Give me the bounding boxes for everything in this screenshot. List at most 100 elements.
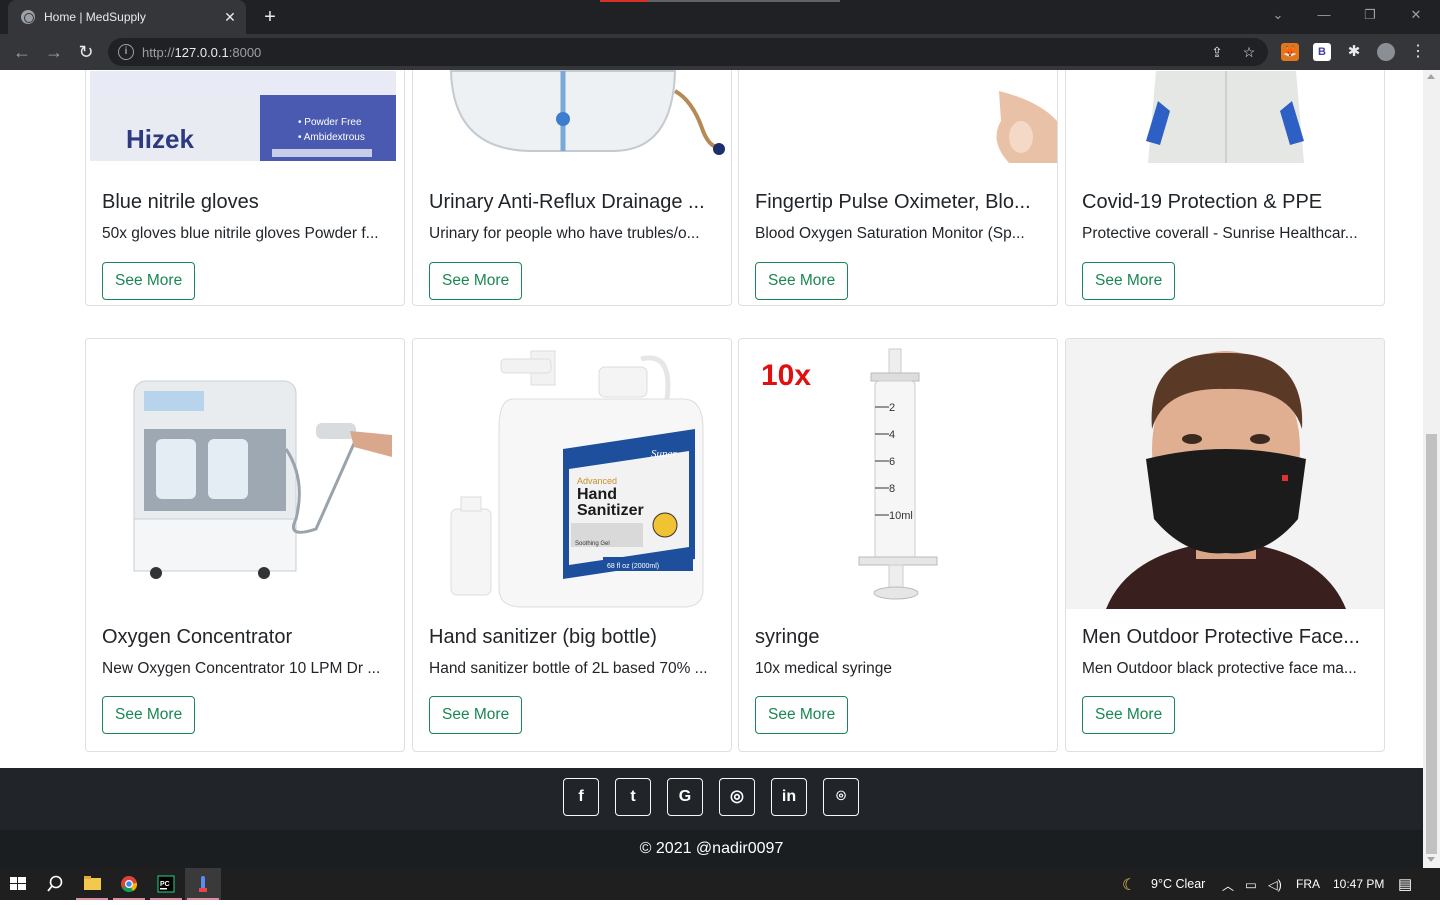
site-info-icon[interactable]: i (118, 44, 134, 60)
syringe-image: 10x 2 4 6 8 10ml (739, 339, 1057, 609)
product-card: Men Outdoor Protective Face... Men Outdo… (1065, 338, 1385, 752)
svg-text:4: 4 (889, 429, 895, 441)
product-description: New Oxygen Concentrator 10 LPM Dr ... (102, 660, 381, 677)
product-title: Fingertip Pulse Oximeter, Blo... (755, 191, 1031, 213)
copyright-text: © 2021 @nadir0097 (639, 840, 784, 857)
product-title: Covid-19 Protection & PPE (1082, 191, 1323, 213)
product-description: 10x medical syringe (755, 660, 892, 677)
product-card: Oxygen Concentrator New Oxygen Concentra… (85, 338, 405, 752)
product-description: 50x gloves blue nitrile gloves Powder f.… (102, 225, 379, 242)
hand-sanitizer-bottle-image: Super Advanced Hand Sanitizer Soothing G… (413, 339, 731, 609)
github-icon[interactable]: ⌾ (823, 778, 859, 816)
forward-arrow-icon[interactable]: → (42, 40, 66, 64)
pycharm-icon[interactable]: PC (148, 868, 184, 900)
svg-text:• Ambidextrous: • Ambidextrous (298, 132, 365, 143)
see-more-button[interactable]: See More (429, 262, 523, 300)
globe-icon (21, 10, 35, 24)
see-more-button[interactable]: See More (755, 696, 849, 734)
tab-home[interactable]: Home | MedSupply ✕ (8, 0, 246, 34)
product-description: Men Outdoor black protective face ma... (1082, 660, 1357, 677)
product-title: Urinary Anti-Reflux Drainage ... (429, 191, 705, 213)
close-tab-icon[interactable]: ✕ (220, 7, 240, 27)
product-title: Men Outdoor Protective Face... (1082, 626, 1360, 648)
see-more-button[interactable]: See More (102, 262, 196, 300)
moon-weather-icon: ☾ (1122, 877, 1137, 894)
minimize-window-button[interactable]: — (1312, 5, 1336, 25)
product-title: Blue nitrile gloves (102, 191, 259, 213)
volume-icon[interactable]: ◁) (1268, 877, 1282, 892)
see-more-button[interactable]: See More (429, 696, 523, 734)
tab-strip-grey-indicator (648, 0, 840, 2)
tab-title: Home | MedSupply (44, 10, 146, 24)
product-title: Oxygen Concentrator (102, 626, 293, 648)
search-icon[interactable] (37, 868, 73, 900)
reload-icon[interactable]: ↻ (74, 40, 98, 64)
b-extension-icon[interactable]: B (1313, 43, 1331, 61)
svg-text:Soothing Gel: Soothing Gel (575, 541, 610, 547)
linkedin-icon[interactable]: in (771, 778, 807, 816)
product-description: Protective coverall - Sunrise Healthcar.… (1082, 225, 1358, 242)
chrome-icon[interactable] (111, 868, 147, 900)
see-more-button[interactable]: See More (102, 696, 196, 734)
windows-start-icon[interactable] (0, 868, 36, 900)
scroll-down-arrow-icon[interactable] (1427, 857, 1435, 862)
extensions-puzzle-icon[interactable]: ✱ (1345, 43, 1363, 61)
svg-text:Sanitizer: Sanitizer (577, 502, 644, 519)
product-description: Blood Oxygen Saturation Monitor (Sp... (755, 225, 1025, 242)
product-description: Hand sanitizer bottle of 2L based 70% ..… (429, 660, 708, 677)
notifications-icon[interactable]: ▤ (1398, 875, 1412, 893)
instagram-icon[interactable]: ◎ (719, 778, 755, 816)
active-app-icon[interactable] (185, 868, 221, 900)
svg-text:10x: 10x (761, 359, 811, 392)
file-explorer-icon[interactable] (74, 868, 110, 900)
share-icon[interactable]: ⇪ (1208, 43, 1226, 61)
restore-window-button[interactable]: ❐ (1358, 5, 1382, 25)
product-title: Hand sanitizer (big bottle) (429, 626, 657, 648)
svg-text:Hizek: Hizek (126, 124, 194, 154)
back-arrow-icon[interactable]: ← (10, 40, 34, 64)
browser-menu-icon[interactable]: ⋮ (1409, 43, 1427, 61)
svg-text:• Powder Free: • Powder Free (298, 117, 362, 128)
scrollbar-thumb[interactable] (1426, 434, 1437, 854)
see-more-button[interactable]: See More (755, 262, 849, 300)
oxygen-concentrator-image (86, 339, 404, 609)
tab-search-chevron-icon[interactable]: ⌄ (1266, 5, 1290, 25)
tray-chevron-up-icon[interactable]: ︿ (1222, 877, 1234, 894)
google-icon[interactable]: G (667, 778, 703, 816)
twitter-icon[interactable]: t (615, 778, 651, 816)
metamask-extension-icon[interactable]: 🦊 (1281, 43, 1299, 61)
weather-text[interactable]: 9°C Clear (1151, 877, 1205, 891)
browser-tab-bar: Home | MedSupply ✕ + ⌄ — ❐ ✕ (0, 0, 1440, 34)
language-indicator[interactable]: FRA (1296, 877, 1320, 891)
svg-text:68 fl oz (2000ml): 68 fl oz (2000ml) (607, 563, 659, 570)
page-scrollbar[interactable] (1423, 70, 1440, 868)
url-text[interactable]: http://127.0.0.1:8000 (142, 45, 261, 60)
product-card: Covid-19 Protection & PPE Protective cov… (1065, 70, 1385, 306)
page-viewport: Hizek • Powder Free • Ambidextrous Blue … (0, 70, 1423, 868)
tab-strip-red-indicator (600, 0, 648, 2)
facebook-icon[interactable]: f (563, 778, 599, 816)
clock-time[interactable]: 10:47 PM (1333, 877, 1384, 891)
address-bar[interactable]: i http://127.0.0.1:8000 ⇪ ☆ (108, 38, 1268, 66)
svg-text:2: 2 (889, 402, 895, 414)
svg-text:Super: Super (651, 448, 677, 460)
bookmark-star-icon[interactable]: ☆ (1240, 43, 1258, 61)
new-tab-button[interactable]: + (258, 5, 282, 29)
network-icon[interactable]: ▭ (1245, 877, 1257, 892)
urinary-drainage-bag-image (413, 70, 731, 161)
product-card: Hizek • Powder Free • Ambidextrous Blue … (85, 70, 405, 306)
svg-text:PC: PC (160, 881, 170, 888)
windows-taskbar: PC ☾ 9°C Clear ︿ ▭ ◁) FRA 10:47 PM ▤ (0, 868, 1440, 900)
profile-avatar[interactable] (1377, 43, 1395, 61)
ppe-coverall-image (1066, 70, 1384, 163)
see-more-button[interactable]: See More (1082, 262, 1176, 300)
product-card: Super Advanced Hand Sanitizer Soothing G… (412, 338, 732, 752)
close-window-button[interactable]: ✕ (1404, 5, 1428, 25)
pulse-oximeter-image (739, 70, 1057, 163)
face-mask-man-image (1066, 339, 1384, 609)
svg-text:6: 6 (889, 456, 895, 468)
see-more-button[interactable]: See More (1082, 696, 1176, 734)
footer-social-bar: f t G ◎ in ⌾ (0, 768, 1423, 830)
browser-toolbar: ← → ↻ i http://127.0.0.1:8000 ⇪ ☆ 🦊 B ✱ … (0, 34, 1440, 70)
scroll-up-arrow-icon[interactable] (1427, 74, 1435, 79)
